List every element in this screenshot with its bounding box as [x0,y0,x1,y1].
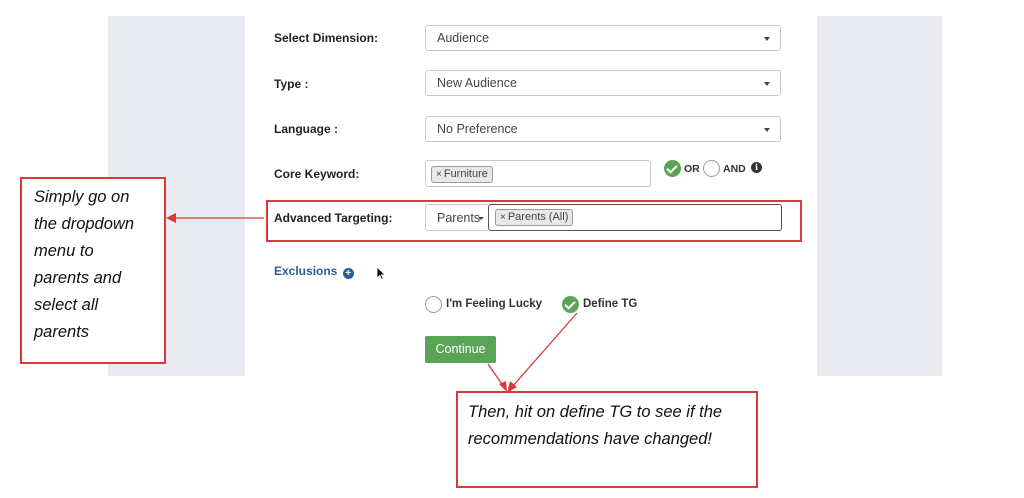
bottom-annotation-note: Then, hit on define TG to see if the rec… [456,391,758,488]
left-arrow-head [166,213,176,223]
left-annotation-note: Simply go on the dropdown menu to parent… [20,177,166,364]
define-tg-arrow-line [511,312,578,388]
